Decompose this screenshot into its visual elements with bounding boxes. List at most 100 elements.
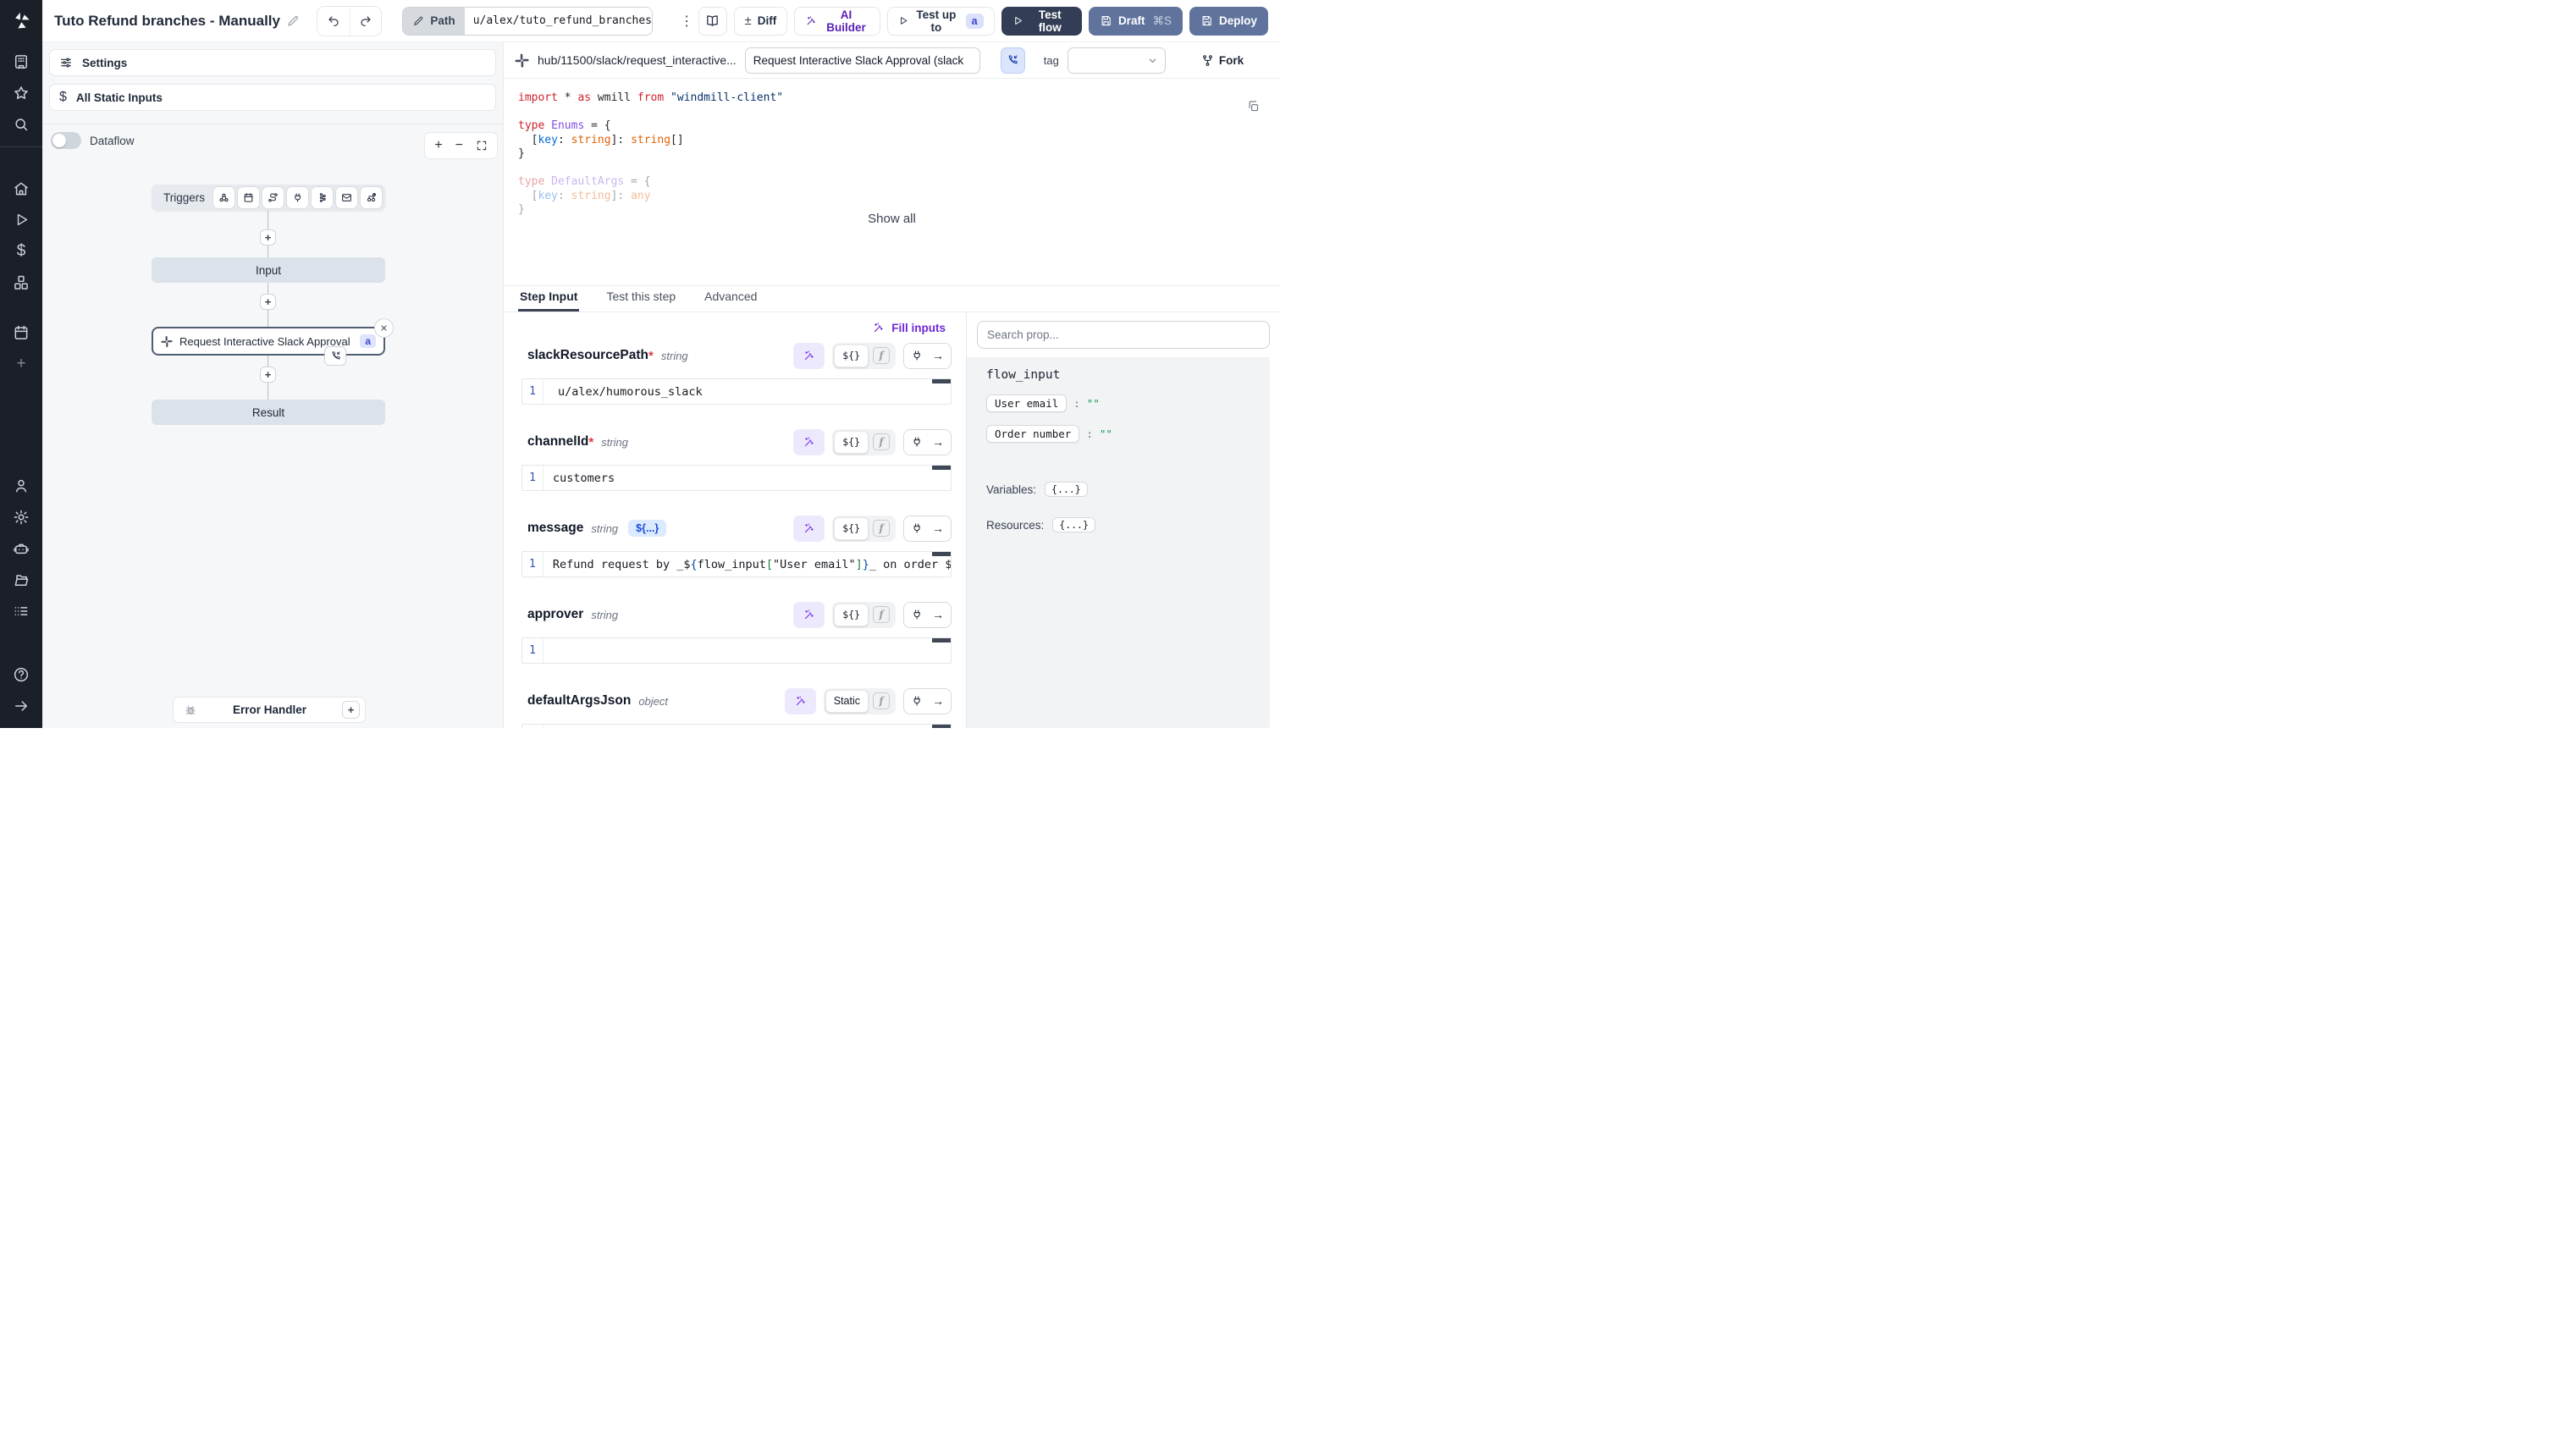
expr-mode-button[interactable]: ${} [834, 345, 869, 367]
ai-fill-wand-button[interactable] [793, 516, 825, 542]
result-node[interactable]: Result [152, 400, 385, 425]
suspend-approval-phone-icon[interactable] [324, 346, 346, 366]
function-mode-icon[interactable]: f [873, 692, 890, 709]
schedule-trigger-icon[interactable] [238, 187, 259, 208]
windmill-logo-icon[interactable] [0, 0, 42, 42]
help-icon[interactable] [0, 659, 42, 690]
plug-icon[interactable] [911, 609, 923, 620]
email-trigger-icon[interactable] [336, 187, 357, 208]
suspend-approval-phone-icon[interactable] [1001, 47, 1025, 74]
fill-inputs-button[interactable]: Fill inputs [867, 321, 951, 335]
ai-builder-button[interactable]: AI Builder [794, 7, 880, 36]
workers-robot-icon[interactable] [0, 532, 42, 564]
plug-icon[interactable] [911, 522, 923, 534]
ai-fill-wand-button[interactable] [793, 343, 825, 369]
scheduled-poll-trigger-icon[interactable] [361, 187, 382, 208]
zoom-out-button[interactable]: − [455, 138, 463, 153]
tab-test-this-step[interactable]: Test this step [604, 290, 677, 312]
add-plus-icon[interactable]: + [0, 348, 42, 379]
edit-title-pencil-icon[interactable] [286, 14, 300, 28]
field-value[interactable]: Refund request by _${flow_input["User em… [543, 552, 951, 576]
arrow-right-icon[interactable]: → [932, 349, 944, 362]
flow-input-root[interactable]: flow_input [986, 368, 1261, 382]
redo-button[interactable] [350, 7, 382, 36]
field-editor[interactable]: 1 customers [521, 465, 952, 491]
user-icon[interactable] [0, 470, 42, 501]
add-step-plus-button[interactable]: + [260, 229, 276, 245]
webhook-trigger-icon[interactable] [213, 187, 234, 208]
schedules-calendar-icon[interactable] [0, 317, 42, 348]
fork-button[interactable]: Fork [1196, 53, 1249, 68]
function-mode-icon[interactable]: f [873, 433, 890, 450]
plug-icon[interactable] [911, 436, 923, 448]
field-editor[interactable]: 1 [521, 724, 952, 728]
editor-scrollbar[interactable] [932, 379, 951, 383]
arrow-right-icon[interactable]: → [932, 694, 944, 708]
home-icon[interactable] [0, 173, 42, 204]
all-static-inputs-card[interactable]: $ All Static Inputs [49, 84, 496, 111]
tab-step-input[interactable]: Step Input [518, 290, 579, 312]
plug-icon[interactable] [911, 350, 923, 361]
hub-script-path[interactable]: hub/11500/slack/request_interactive... [538, 53, 737, 67]
field-editor[interactable]: 1 u/alex/humorous_slack [521, 378, 952, 405]
remove-step-close-icon[interactable] [374, 318, 394, 338]
resources-cubes-icon[interactable] [0, 267, 42, 298]
undo-button[interactable] [317, 7, 350, 36]
show-all-button[interactable]: Show all [504, 212, 1280, 227]
field-value[interactable] [543, 725, 553, 728]
error-handler-node[interactable]: Error Handler + [173, 697, 366, 723]
test-up-to-button[interactable]: Test up to a [887, 7, 995, 36]
route-trigger-icon[interactable] [262, 187, 284, 208]
expr-mode-button[interactable]: ${} [834, 431, 869, 454]
settings-gear-icon[interactable] [0, 501, 42, 532]
fullscreen-button[interactable] [476, 140, 488, 152]
search-icon[interactable] [0, 108, 42, 140]
zoom-in-button[interactable]: + [434, 138, 442, 153]
flow-settings-card[interactable]: Settings [49, 49, 496, 76]
prop-key-chip[interactable]: User email [986, 394, 1067, 412]
variables-expand-chip[interactable]: {...} [1045, 482, 1088, 497]
arrow-right-icon[interactable]: → [932, 521, 944, 535]
prop-key-chip[interactable]: Order number [986, 425, 1079, 443]
static-mode-button[interactable]: Static [825, 690, 869, 713]
expr-mode-button[interactable]: ${} [834, 517, 869, 540]
field-editor[interactable]: 1 [521, 637, 952, 664]
editor-scrollbar[interactable] [932, 725, 951, 728]
add-error-handler-plus-button[interactable]: + [342, 701, 360, 719]
arrow-right-icon[interactable]: → [932, 435, 944, 449]
diff-button[interactable]: ± Diff [734, 7, 788, 36]
websocket-trigger-icon[interactable] [287, 187, 308, 208]
favorites-star-icon[interactable] [0, 77, 42, 108]
function-mode-icon[interactable]: f [873, 606, 890, 623]
resources-expand-chip[interactable]: {...} [1052, 517, 1095, 532]
test-flow-button[interactable]: Test flow [1001, 7, 1082, 36]
triggers-bar[interactable]: Triggers [152, 185, 385, 211]
function-mode-icon[interactable]: f [873, 347, 890, 364]
draft-button[interactable]: Draft ⌘S [1089, 7, 1183, 36]
more-options-kebab-icon[interactable]: ⋮ [675, 12, 698, 30]
tag-select[interactable] [1068, 47, 1166, 74]
expand-arrow-icon[interactable] [0, 690, 42, 721]
audit-logs-list-icon[interactable] [0, 595, 42, 626]
workspace-icon[interactable] [0, 46, 42, 77]
folders-icon[interactable] [0, 564, 42, 595]
step-summary-input[interactable] [745, 47, 980, 74]
tab-advanced[interactable]: Advanced [703, 290, 759, 312]
editor-scrollbar[interactable] [932, 638, 951, 643]
copy-code-icon[interactable] [1242, 99, 1265, 113]
field-value[interactable]: customers [543, 466, 615, 490]
slack-approval-step-node[interactable]: Request Interactive Slack Approval (... … [152, 327, 385, 356]
deploy-button[interactable]: Deploy [1189, 7, 1268, 36]
path-field[interactable]: Path u/alex/tuto_refund_branches_ [402, 7, 653, 36]
function-mode-icon[interactable]: f [873, 520, 890, 537]
field-editor[interactable]: 1 Refund request by _${flow_input["User … [521, 551, 952, 577]
ai-fill-wand-button[interactable] [793, 429, 825, 455]
add-step-plus-button[interactable]: + [260, 367, 276, 383]
ai-fill-wand-button[interactable] [793, 602, 825, 628]
dataflow-toggle[interactable] [51, 132, 81, 149]
docs-book-button[interactable] [698, 7, 726, 36]
input-node[interactable]: Input [152, 257, 385, 283]
kafka-trigger-icon[interactable] [312, 187, 333, 208]
search-prop-input[interactable] [977, 321, 1270, 349]
path-value[interactable]: u/alex/tuto_refund_branches_ [465, 8, 652, 35]
